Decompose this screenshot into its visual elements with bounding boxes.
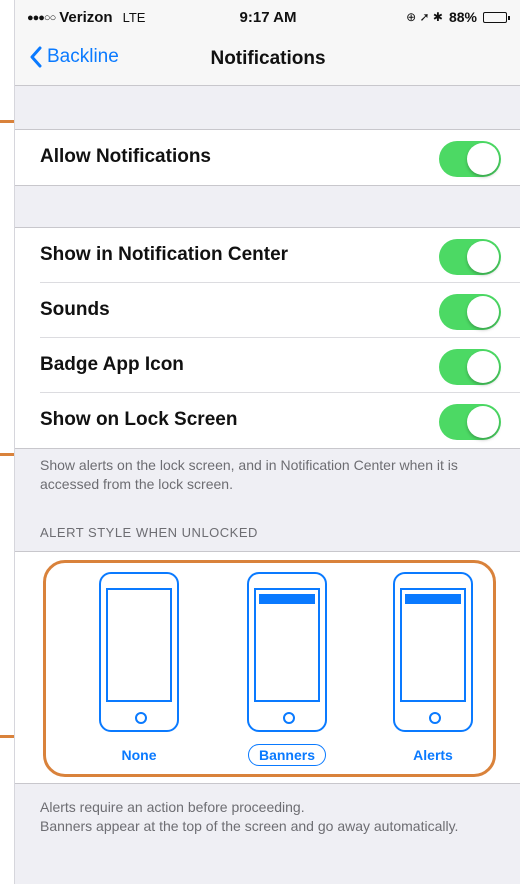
phone-icon <box>247 572 327 732</box>
phone-screen: ●●●○○ Verizon LTE 9:17 AM ⊕ ➚ ✱ 88% Back… <box>14 0 520 884</box>
alert-icon <box>405 594 461 604</box>
option-row-sounds: Sounds <box>15 283 520 338</box>
home-button-icon <box>283 712 295 724</box>
alert-style-picker: None Banners Alerts <box>15 551 520 784</box>
home-button-icon <box>429 712 441 724</box>
allow-notifications-label: Allow Notifications <box>40 146 211 167</box>
toggle-knob <box>467 406 499 438</box>
annotation-line-bottom <box>0 735 14 738</box>
phone-screen-icon <box>106 588 172 702</box>
alert-style-label: None <box>121 747 157 763</box>
banner-icon <box>259 594 315 604</box>
phone-icon <box>99 572 179 732</box>
option-label: Show in Notification Center <box>40 244 289 265</box>
option-label: Badge App Icon <box>40 354 184 375</box>
alert-style-banners[interactable]: Banners <box>227 572 347 772</box>
battery-percent: 88% <box>448 9 477 25</box>
phone-screen-icon <box>254 588 320 702</box>
allow-notifications-group: Allow Notifications <box>15 129 520 186</box>
alert-style-footer: Alerts require an action before proceedi… <box>40 799 459 834</box>
alert-style-label-selected: Banners <box>227 744 347 766</box>
toggle-knob <box>467 241 499 273</box>
allow-notifications-toggle[interactable] <box>439 141 501 177</box>
option-row-notification-center: Show in Notification Center <box>15 228 520 283</box>
status-icons: ⊕ ➚ ✱ <box>406 10 443 24</box>
home-button-icon <box>135 712 147 724</box>
alert-style-label: Alerts <box>413 747 453 763</box>
selected-pill: Banners <box>247 744 327 766</box>
notification-center-toggle[interactable] <box>439 239 501 275</box>
page-title: Notifications <box>210 48 326 69</box>
sounds-toggle[interactable] <box>439 294 501 330</box>
alert-style-alerts[interactable]: Alerts <box>373 572 493 772</box>
toggle-knob <box>467 143 499 175</box>
battery-icon <box>483 11 510 23</box>
toggle-knob <box>467 351 499 383</box>
alert-style-header: ALERT STYLE WHEN UNLOCKED <box>40 525 258 540</box>
annotation-line-middle <box>0 453 14 456</box>
option-row-lock-screen: Show on Lock Screen <box>15 393 520 448</box>
lock-screen-toggle[interactable] <box>439 404 501 440</box>
toggle-knob <box>467 296 499 328</box>
status-right: ⊕ ➚ ✱ 88% <box>406 9 510 25</box>
alert-style-none[interactable]: None <box>79 572 199 772</box>
lock-screen-footer: Show alerts on the lock screen, and in N… <box>40 457 458 492</box>
option-label: Sounds <box>40 299 110 320</box>
allow-notifications-row: Allow Notifications <box>15 130 520 185</box>
notification-options-group: Show in Notification Center Sounds Badge… <box>15 227 520 449</box>
navigation-bar: Backline Notifications <box>15 34 520 86</box>
annotation-line-top <box>0 120 14 123</box>
option-row-badge-app-icon: Badge App Icon <box>15 338 520 393</box>
status-bar: ●●●○○ Verizon LTE 9:17 AM ⊕ ➚ ✱ 88% <box>15 0 520 34</box>
badge-app-icon-toggle[interactable] <box>439 349 501 385</box>
phone-icon <box>393 572 473 732</box>
option-label: Show on Lock Screen <box>40 409 238 430</box>
phone-screen-icon <box>400 588 466 702</box>
